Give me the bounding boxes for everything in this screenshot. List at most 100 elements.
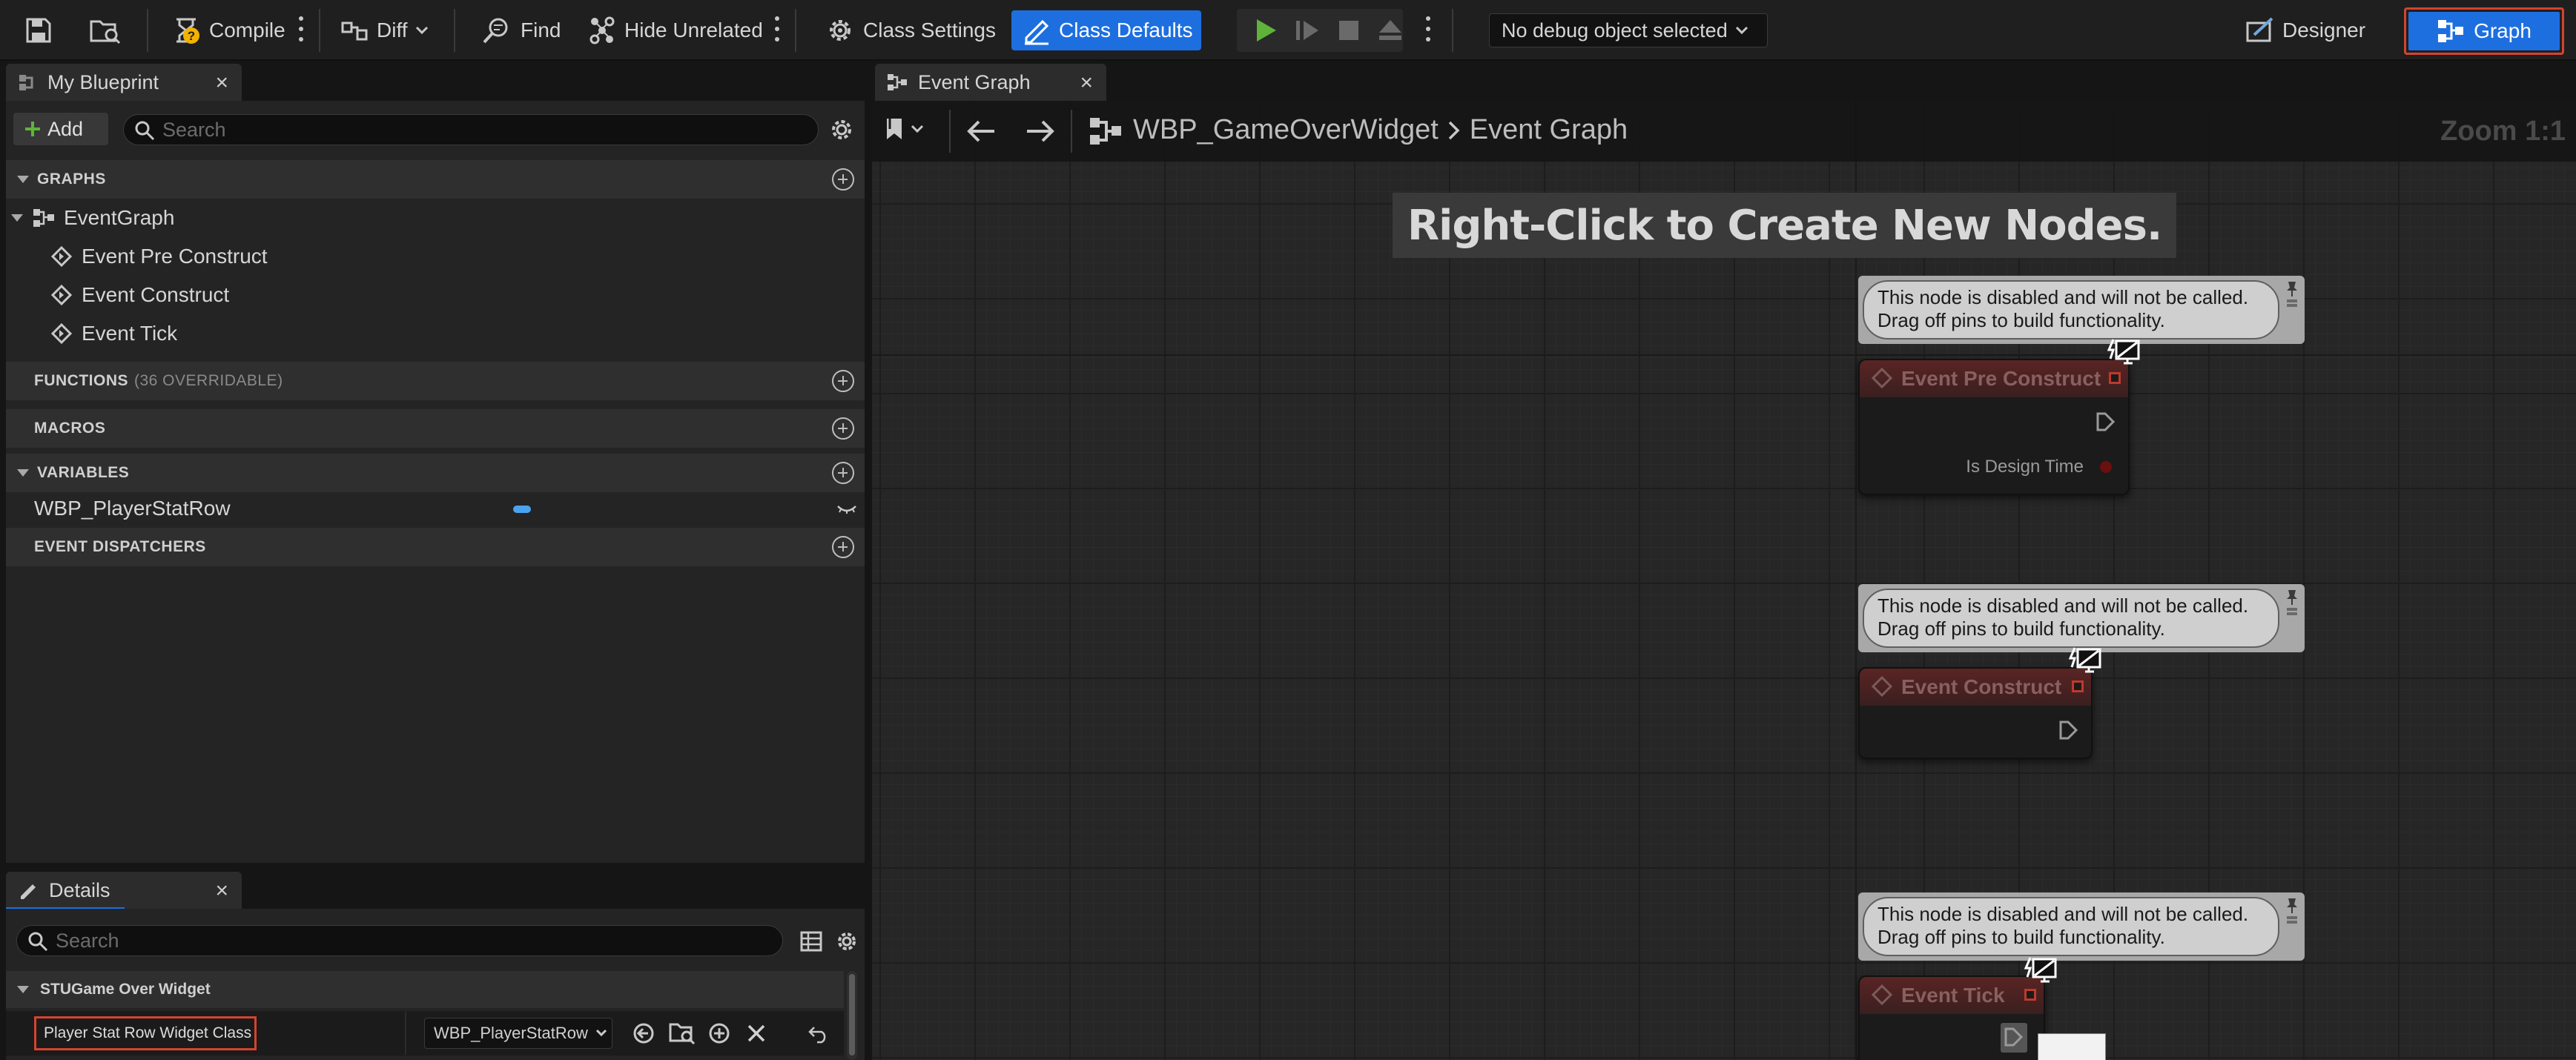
tree-item-event-pre-construct[interactable]: Event Pre Construct xyxy=(50,245,268,268)
svg-text:?: ? xyxy=(188,29,195,43)
hide-unrelated-icon xyxy=(589,16,615,44)
details-scrollbar[interactable] xyxy=(847,971,857,1060)
stop-button[interactable] xyxy=(1329,10,1369,50)
browse-folder-icon[interactable] xyxy=(669,1020,696,1045)
compile-status-icon: ? xyxy=(176,18,199,44)
chevron-down-icon xyxy=(911,125,924,133)
variable-row[interactable]: WBP_PlayerStatRow xyxy=(6,494,865,525)
pin-comment-icon[interactable] xyxy=(2284,895,2300,925)
add-macro-button[interactable] xyxy=(832,417,854,440)
browse-button[interactable] xyxy=(83,10,128,50)
tree-item-label: Event Tick xyxy=(82,322,178,345)
hide-unrelated-options-button[interactable] xyxy=(774,16,780,44)
event-dispatchers-section-header[interactable]: EVENT DISPATCHERS xyxy=(6,528,865,566)
add-graph-button[interactable] xyxy=(832,168,854,191)
delegate-pin[interactable] xyxy=(2024,989,2036,1001)
blueprint-search-input[interactable]: Search xyxy=(123,114,819,145)
delegate-pin[interactable] xyxy=(2109,372,2121,384)
close-icon[interactable]: × xyxy=(1080,70,1093,96)
tree-item-event-tick[interactable]: Event Tick xyxy=(50,322,177,345)
gear-icon xyxy=(830,20,851,41)
tree-item-eventgraph[interactable]: EventGraph xyxy=(10,206,174,230)
bookmarks-button[interactable] xyxy=(884,117,924,141)
graph-icon xyxy=(1090,118,1121,145)
class-defaults-button[interactable]: Class Defaults xyxy=(1011,10,1201,50)
macros-section-header[interactable]: MACROS xyxy=(6,409,865,448)
play-icon xyxy=(1257,19,1276,42)
search-icon xyxy=(28,932,48,952)
find-button[interactable]: Find xyxy=(475,10,567,50)
class-settings-button[interactable]: Class Settings xyxy=(819,10,1002,50)
use-selected-icon[interactable] xyxy=(632,1021,655,1045)
debug-object-dropdown[interactable]: No debug object selected xyxy=(1489,13,1768,47)
exec-output-pin[interactable] xyxy=(2002,1026,2024,1048)
play-button[interactable] xyxy=(1246,10,1286,50)
eject-button[interactable] xyxy=(1370,10,1410,50)
details-search-input[interactable]: Search xyxy=(16,925,783,956)
add-button[interactable]: Add xyxy=(13,113,108,145)
variable-type-pill xyxy=(513,506,531,513)
collapse-arrow-icon xyxy=(17,469,29,477)
node-title: Event Construct xyxy=(1901,675,2062,698)
graph-mode-button[interactable]: Graph xyxy=(2404,7,2564,55)
pin-comment-icon[interactable] xyxy=(2284,587,2300,617)
graph-navigation-bar: WBP_GameOverWidget Event Graph Zoom 1:1 xyxy=(872,101,2576,162)
breadcrumb-blueprint[interactable]: WBP_GameOverWidget xyxy=(1133,114,1439,146)
graph-hint: Right-Click to Create New Nodes. xyxy=(1393,193,2177,258)
pin-comment-icon[interactable] xyxy=(2284,279,2300,308)
details-category-header[interactable]: STUGame Over Widget xyxy=(6,971,844,1008)
forward-arrow-icon[interactable] xyxy=(1025,119,1054,144)
compile-options-button[interactable] xyxy=(298,16,304,44)
hide-unrelated-button[interactable]: Hide Unrelated xyxy=(581,10,769,50)
graphs-section-header[interactable]: GRAPHS xyxy=(6,160,865,199)
chevron-down-icon xyxy=(415,26,428,35)
close-icon[interactable]: × xyxy=(215,878,228,904)
tab-my-blueprint[interactable]: My Blueprint × xyxy=(6,64,242,101)
eject-icon xyxy=(1379,20,1401,40)
event-tick-node[interactable]: Event Tick xyxy=(1858,975,2045,1060)
collapse-arrow-icon xyxy=(17,176,29,183)
macros-section-label: MACROS xyxy=(34,420,106,437)
add-function-button[interactable] xyxy=(832,370,854,392)
tab-event-graph[interactable]: Event Graph × xyxy=(875,64,1106,101)
event-pre-construct-node[interactable]: Event Pre Construct Is Design Time xyxy=(1858,359,2130,495)
close-icon[interactable]: × xyxy=(215,70,228,96)
widget-class-dropdown[interactable]: WBP_PlayerStatRow xyxy=(424,1018,612,1049)
event-icon xyxy=(1871,984,1893,1006)
variables-section-header[interactable]: VARIABLES xyxy=(6,454,865,492)
table-view-icon[interactable] xyxy=(799,930,823,953)
exec-output-pin[interactable] xyxy=(2057,719,2079,741)
play-options-button[interactable] xyxy=(1425,16,1431,44)
visibility-eye-icon[interactable] xyxy=(836,504,857,514)
graph-icon xyxy=(33,209,54,227)
graph-canvas[interactable]: Right-Click to Create New Nodes. This no… xyxy=(872,101,2576,1060)
graph-icon xyxy=(2438,20,2464,42)
bool-output-pin[interactable] xyxy=(2100,461,2112,473)
graph-label: Graph xyxy=(2474,19,2532,42)
back-arrow-icon[interactable] xyxy=(967,119,997,144)
step-button[interactable] xyxy=(1287,10,1327,50)
designer-mode-button[interactable]: Designer xyxy=(2239,10,2371,50)
save-button[interactable] xyxy=(18,10,59,50)
gear-icon[interactable] xyxy=(829,117,854,142)
tree-item-event-construct[interactable]: Event Construct xyxy=(50,283,229,307)
compile-button[interactable]: ? Compile xyxy=(165,10,291,50)
comment-line: Drag off pins to build functionality. xyxy=(1877,617,2165,640)
exec-output-pin[interactable] xyxy=(2094,411,2116,433)
add-variable-button[interactable] xyxy=(832,462,854,484)
compile-label: Compile xyxy=(209,19,285,42)
breadcrumb-graph[interactable]: Event Graph xyxy=(1470,114,1628,146)
collapse-arrow-icon xyxy=(17,986,29,993)
gear-icon[interactable] xyxy=(835,930,859,953)
tab-details[interactable]: Details × xyxy=(6,872,242,909)
tree-item-label: EventGraph xyxy=(64,206,175,229)
diff-button[interactable]: Diff xyxy=(334,10,435,50)
reset-to-default-icon[interactable] xyxy=(808,1024,829,1044)
add-circle-icon[interactable] xyxy=(707,1021,731,1045)
property-name-label: Player Stat Row Widget Class xyxy=(34,1016,257,1050)
functions-section-header[interactable]: FUNCTIONS (36 OVERRIDABLE) xyxy=(6,362,865,400)
clear-icon[interactable] xyxy=(746,1023,767,1044)
add-event-dispatcher-button[interactable] xyxy=(832,536,854,558)
event-construct-node[interactable]: Event Construct xyxy=(1858,667,2093,759)
delegate-pin[interactable] xyxy=(2072,680,2084,692)
